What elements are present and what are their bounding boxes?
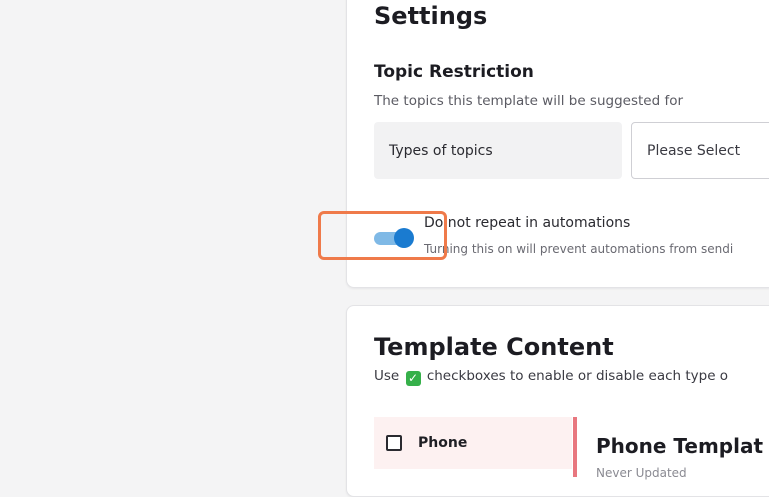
phone-accent-divider [573,417,577,477]
types-of-topics-text: Types of topics [389,142,493,159]
settings-title: Settings [374,2,488,30]
template-content-title: Template Content [374,333,614,361]
description-prefix: Use [374,368,400,384]
topics-select[interactable]: Please Select [631,122,769,179]
no-repeat-description: Turning this on will prevent automations… [424,242,734,256]
topic-restriction-title: Topic Restriction [374,62,534,82]
topic-restriction-description: The topics this template will be suggest… [374,93,684,109]
description-suffix: checkboxes to enable or disable each typ… [426,368,729,384]
phone-checkbox[interactable] [386,435,402,451]
phone-panel-title: Phone Templat [596,434,764,458]
phone-panel-subtitle: Never Updated [596,466,687,480]
no-repeat-label: Do not repeat in automations [424,215,631,231]
template-content-description: Use ✓ checkboxes to enable or disable ea… [374,368,728,386]
toggle-highlight-annotation [318,211,447,260]
phone-tab-label: Phone [418,435,468,451]
tab-phone[interactable]: Phone [374,417,572,469]
green-checkbox-icon: ✓ [405,371,421,386]
topics-select-placeholder: Please Select [647,142,741,159]
types-of-topics-label: Types of topics [374,122,622,179]
template-content-card: Template Content Use ✓ checkboxes to ena… [346,305,769,497]
